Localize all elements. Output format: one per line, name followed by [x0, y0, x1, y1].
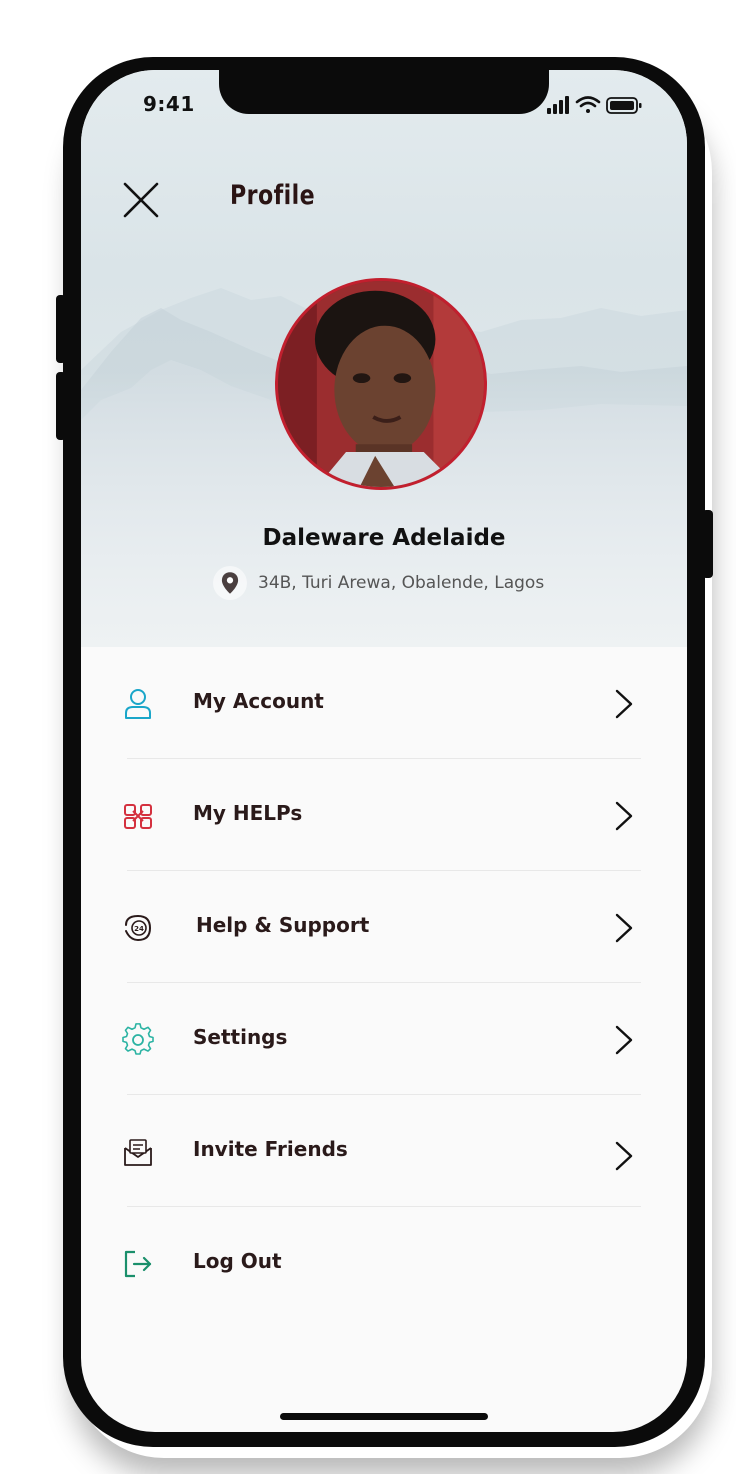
menu-item-settings[interactable]: Settings — [81, 983, 687, 1095]
menu-item-my-helps[interactable]: My HELPs — [81, 759, 687, 871]
location-pin-icon — [221, 572, 239, 594]
logout-icon — [124, 1250, 152, 1278]
status-icons — [547, 96, 642, 114]
app-mockup: 9:41 Profile Daleware Adelaide 34B, Turi… — [0, 0, 736, 1474]
chevron-right-icon — [615, 801, 633, 831]
chevron-right-icon — [615, 1025, 633, 1055]
helping-hands-icon — [124, 804, 152, 829]
wifi-icon — [575, 96, 601, 113]
user-name: Daleware Adelaide — [262, 525, 506, 551]
svg-text:24: 24 — [134, 925, 144, 933]
chevron-right-icon — [615, 1141, 633, 1171]
avatar[interactable] — [275, 278, 487, 490]
close-icon — [123, 182, 159, 218]
chevron-right-icon — [615, 689, 633, 719]
avatar-photo — [278, 281, 484, 487]
menu-item-label: My Account — [193, 689, 324, 713]
user-address: 34B, Turi Arewa, Obalende, Lagos — [258, 573, 545, 593]
page-title: Profile — [230, 180, 316, 211]
menu-item-label: Log Out — [193, 1249, 282, 1273]
chevron-right-icon — [615, 913, 633, 943]
close-button[interactable] — [117, 176, 165, 224]
menu-item-help-support[interactable]: 24 Help & Support — [81, 871, 687, 983]
status-time: 9:41 — [143, 92, 195, 116]
menu-item-label: My HELPs — [193, 801, 303, 825]
address-row: 34B, Turi Arewa, Obalende, Lagos — [213, 566, 544, 600]
menu-item-label: Help & Support — [196, 913, 370, 937]
home-indicator[interactable] — [280, 1413, 488, 1420]
menu-item-log-out[interactable]: Log Out — [81, 1207, 687, 1319]
envelope-icon — [124, 1139, 152, 1166]
menu-item-label: Settings — [193, 1025, 288, 1049]
profile-header: 9:41 Profile Daleware Adelaide 34B, Turi… — [81, 70, 687, 647]
menu-item-my-account[interactable]: My Account — [81, 647, 687, 759]
device-notch — [219, 70, 549, 114]
menu-item-label: Invite Friends — [193, 1137, 348, 1161]
cellular-signal-icon — [547, 96, 569, 114]
user-icon — [125, 689, 151, 719]
location-pin-container — [213, 566, 247, 600]
support-24-icon: 24 — [125, 914, 152, 942]
profile-screen: 9:41 Profile Daleware Adelaide 34B, Turi… — [81, 70, 687, 1432]
battery-icon — [606, 97, 642, 114]
gear-icon — [122, 1023, 154, 1055]
menu-item-invite-friends[interactable]: Invite Friends — [81, 1095, 687, 1207]
